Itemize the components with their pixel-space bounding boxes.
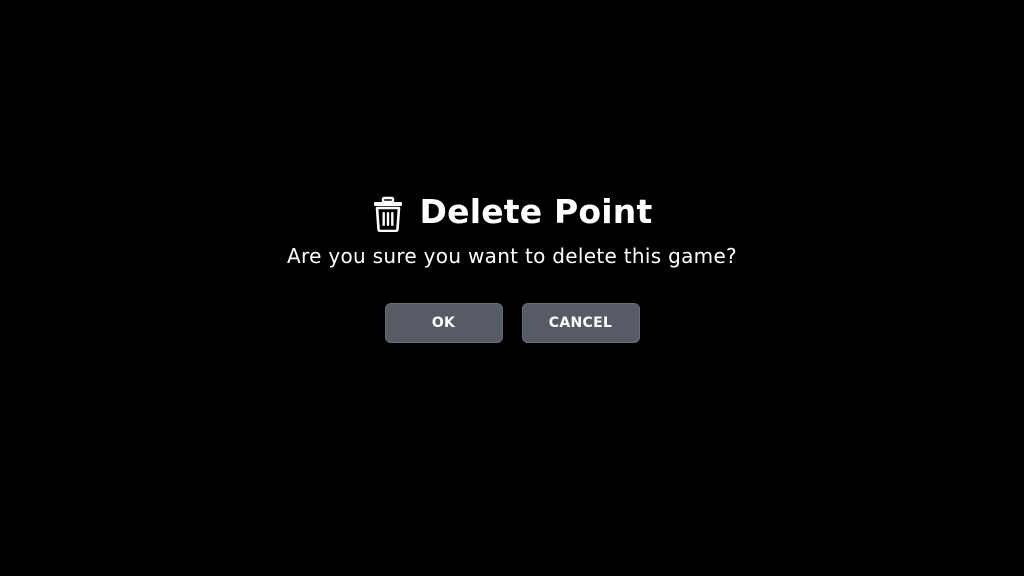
delete-point-dialog: Delete Point Are you sure you want to de…	[0, 0, 1024, 576]
dialog-buttons: OK CANCEL	[0, 303, 1024, 343]
dialog-header: Delete Point	[0, 191, 1024, 233]
dialog-message: Are you sure you want to delete this gam…	[287, 244, 737, 268]
trash-icon	[372, 196, 404, 233]
dialog-title: Delete Point	[419, 192, 653, 231]
ok-button[interactable]: OK	[384, 303, 503, 343]
cancel-button[interactable]: CANCEL	[521, 303, 640, 343]
